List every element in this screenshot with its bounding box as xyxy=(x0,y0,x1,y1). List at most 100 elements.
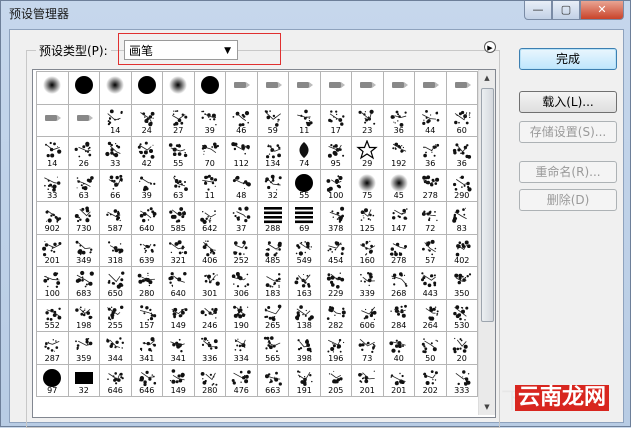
brush-preset-item[interactable]: 333 xyxy=(445,363,478,397)
brush-preset-item[interactable]: 69 xyxy=(288,201,321,235)
brush-preset-item[interactable]: 11 xyxy=(193,168,226,202)
brush-preset-item[interactable]: 190 xyxy=(225,298,258,332)
brush-preset-item[interactable]: 37 xyxy=(225,201,258,235)
brush-preset-item[interactable]: 318 xyxy=(99,233,132,267)
brush-preset-item[interactable] xyxy=(193,71,226,105)
brush-preset-item[interactable]: 59 xyxy=(256,103,289,137)
brush-preset-item[interactable]: 44 xyxy=(414,103,447,137)
brush-preset-item[interactable]: 278 xyxy=(414,168,447,202)
brush-preset-item[interactable]: 646 xyxy=(99,363,132,397)
brush-preset-item[interactable]: 334 xyxy=(225,331,258,365)
brush-preset-item[interactable]: 552 xyxy=(36,298,69,332)
maximize-button[interactable]: ▢ xyxy=(552,1,580,20)
brush-preset-item[interactable]: 50 xyxy=(414,331,447,365)
brush-preset-item[interactable]: 191 xyxy=(288,363,321,397)
brush-preset-item[interactable]: 39 xyxy=(193,103,226,137)
brush-preset-item[interactable]: 268 xyxy=(382,266,415,300)
brush-preset-item[interactable]: 246 xyxy=(193,298,226,332)
brush-preset-item[interactable]: 454 xyxy=(319,233,352,267)
brush-preset-item[interactable]: 149 xyxy=(162,363,195,397)
brush-preset-item[interactable]: 443 xyxy=(414,266,447,300)
brush-preset-item[interactable]: 198 xyxy=(67,298,100,332)
brush-preset-item[interactable]: 359 xyxy=(67,331,100,365)
brush-preset-item[interactable] xyxy=(256,71,289,105)
brush-preset-item[interactable]: 406 xyxy=(193,233,226,267)
brush-preset-item[interactable]: 39 xyxy=(130,168,163,202)
brush-preset-item[interactable]: 288 xyxy=(256,201,289,235)
brush-preset-item[interactable]: 549 xyxy=(288,233,321,267)
brush-preset-item[interactable]: 683 xyxy=(67,266,100,300)
brush-preset-item[interactable]: 663 xyxy=(256,363,289,397)
brush-preset-item[interactable]: 42 xyxy=(130,136,163,170)
brush-preset-item[interactable] xyxy=(99,71,132,105)
brush-preset-item[interactable]: 32 xyxy=(256,168,289,202)
brush-preset-item[interactable]: 27 xyxy=(162,103,195,137)
brush-preset-item[interactable]: 100 xyxy=(319,168,352,202)
brush-preset-item[interactable]: 202 xyxy=(414,363,447,397)
brush-preset-item[interactable]: 75 xyxy=(351,168,384,202)
brush-preset-item[interactable]: 95 xyxy=(319,136,352,170)
close-button[interactable]: ✕ xyxy=(580,1,624,20)
scroll-down-icon[interactable]: ▼ xyxy=(479,399,495,415)
brush-preset-item[interactable]: 650 xyxy=(99,266,132,300)
brush-preset-item[interactable]: 252 xyxy=(225,233,258,267)
brush-preset-item[interactable]: 20 xyxy=(445,331,478,365)
brush-preset-item[interactable]: 336 xyxy=(193,331,226,365)
brush-preset-item[interactable]: 378 xyxy=(319,201,352,235)
brush-preset-item[interactable]: 255 xyxy=(99,298,132,332)
save-set-button[interactable]: 存储设置(S)... xyxy=(519,121,617,143)
brush-preset-item[interactable]: 306 xyxy=(225,266,258,300)
brush-preset-item[interactable] xyxy=(130,71,163,105)
brush-preset-item[interactable]: 45 xyxy=(382,168,415,202)
brush-preset-item[interactable]: 344 xyxy=(99,331,132,365)
brush-preset-item[interactable]: 70 xyxy=(193,136,226,170)
brush-preset-item[interactable]: 147 xyxy=(382,201,415,235)
brush-preset-item[interactable]: 63 xyxy=(67,168,100,202)
brush-preset-item[interactable]: 301 xyxy=(193,266,226,300)
brush-preset-item[interactable]: 196 xyxy=(319,331,352,365)
brush-preset-item[interactable] xyxy=(67,103,100,137)
delete-button[interactable]: 删除(D) xyxy=(519,189,617,211)
brush-preset-item[interactable] xyxy=(414,71,447,105)
brush-preset-item[interactable]: 55 xyxy=(288,168,321,202)
brush-preset-item[interactable]: 160 xyxy=(351,233,384,267)
brush-preset-item[interactable]: 163 xyxy=(288,266,321,300)
brush-preset-item[interactable]: 83 xyxy=(445,201,478,235)
brush-preset-item[interactable] xyxy=(319,71,352,105)
brush-preset-item[interactable]: 321 xyxy=(162,233,195,267)
brush-preset-item[interactable]: 587 xyxy=(99,201,132,235)
brush-preset-item[interactable] xyxy=(382,71,415,105)
brush-preset-item[interactable]: 290 xyxy=(445,168,478,202)
brush-preset-item[interactable] xyxy=(162,71,195,105)
brush-preset-item[interactable]: 730 xyxy=(67,201,100,235)
brush-preset-item[interactable] xyxy=(36,103,69,137)
brush-preset-item[interactable] xyxy=(445,71,478,105)
brush-preset-item[interactable]: 606 xyxy=(351,298,384,332)
brush-preset-item[interactable]: 149 xyxy=(162,298,195,332)
brush-preset-item[interactable]: 183 xyxy=(256,266,289,300)
brush-preset-item[interactable]: 280 xyxy=(193,363,226,397)
brush-preset-item[interactable]: 476 xyxy=(225,363,258,397)
brush-preset-item[interactable]: 284 xyxy=(382,298,415,332)
brush-preset-item[interactable]: 73 xyxy=(351,331,384,365)
brush-preset-item[interactable]: 29 xyxy=(351,136,384,170)
load-button[interactable]: 载入(L)... xyxy=(519,91,617,113)
brush-preset-item[interactable] xyxy=(225,71,258,105)
flyout-menu-button[interactable]: ▶ xyxy=(484,41,496,53)
brush-preset-item[interactable] xyxy=(36,71,69,105)
done-button[interactable]: 完成 xyxy=(519,48,617,70)
brush-preset-item[interactable]: 646 xyxy=(130,363,163,397)
brush-preset-item[interactable]: 341 xyxy=(162,331,195,365)
brush-preset-item[interactable]: 201 xyxy=(351,363,384,397)
scroll-up-icon[interactable]: ▲ xyxy=(479,70,495,86)
brush-preset-item[interactable]: 26 xyxy=(67,136,100,170)
brush-preset-item[interactable]: 134 xyxy=(256,136,289,170)
brush-preset-item[interactable]: 229 xyxy=(319,266,352,300)
brush-preset-item[interactable]: 48 xyxy=(225,168,258,202)
brush-preset-item[interactable]: 17 xyxy=(319,103,352,137)
brush-preset-item[interactable]: 100 xyxy=(36,266,69,300)
brush-preset-item[interactable]: 402 xyxy=(445,233,478,267)
brush-preset-item[interactable]: 125 xyxy=(351,201,384,235)
brush-preset-item[interactable]: 23 xyxy=(351,103,384,137)
brush-preset-item[interactable]: 46 xyxy=(225,103,258,137)
